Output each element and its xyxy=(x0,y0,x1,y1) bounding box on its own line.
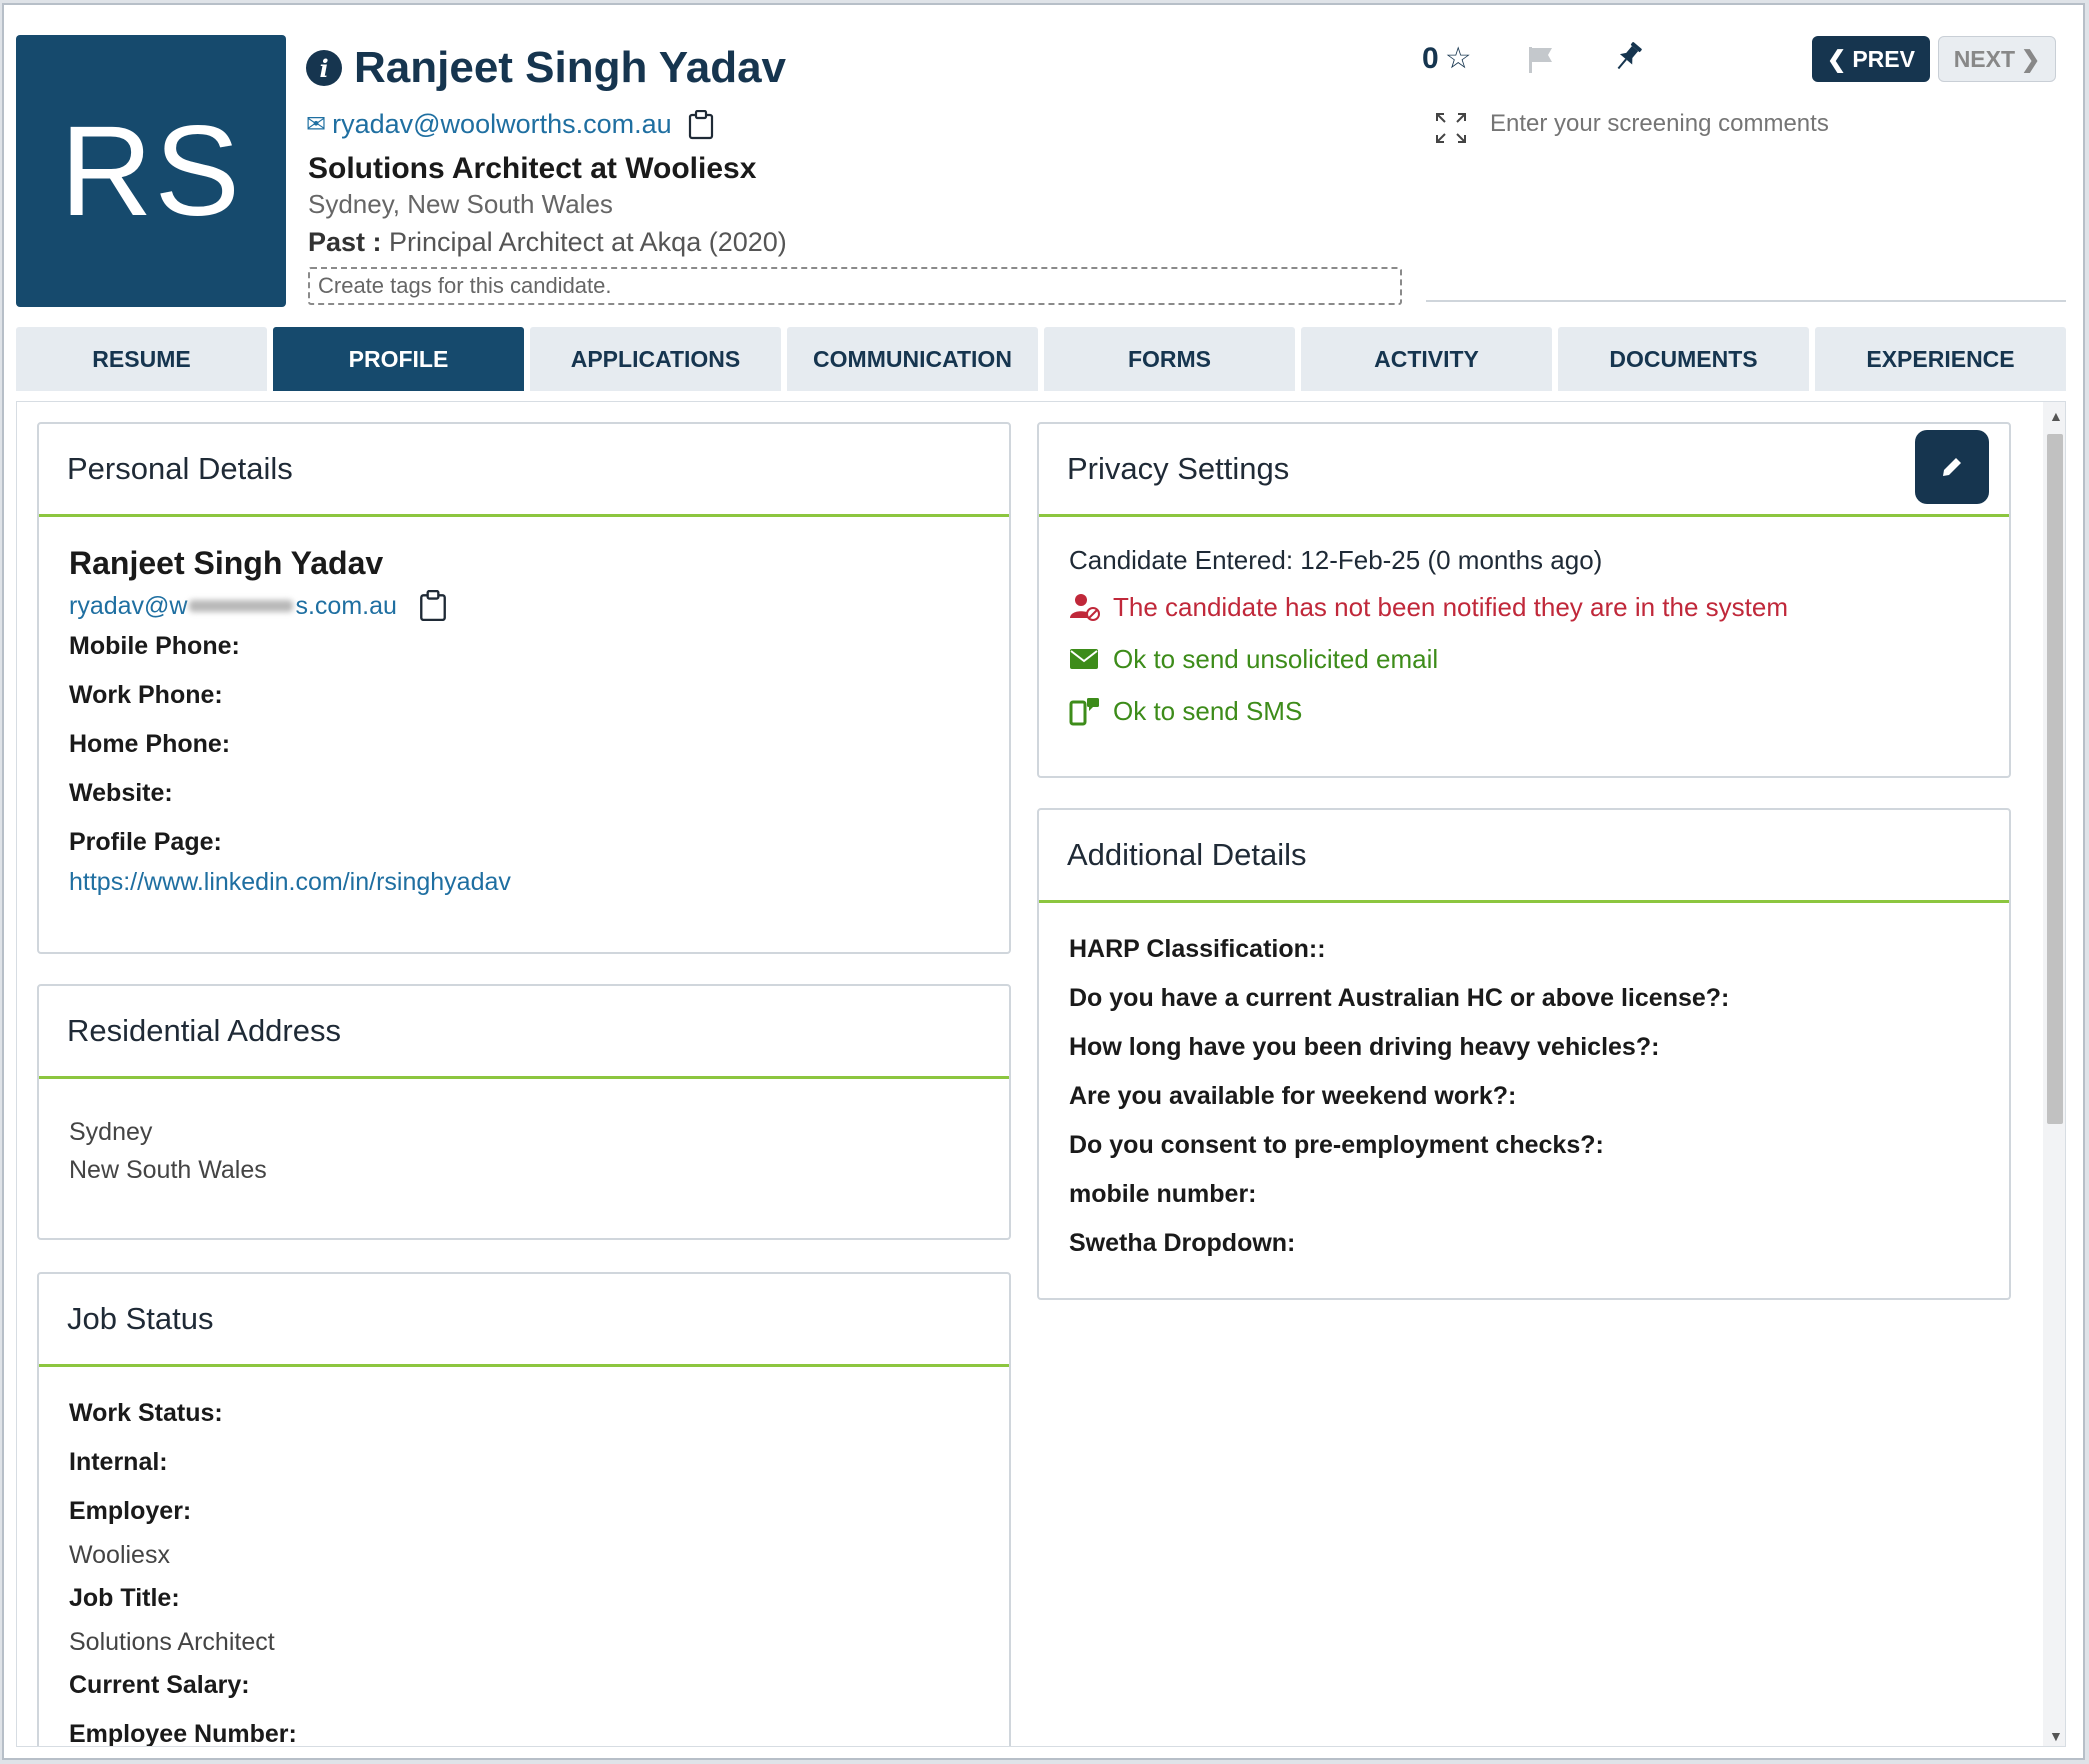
tab-communication[interactable]: COMMUNICATION xyxy=(787,327,1038,391)
work-phone-label: Work Phone: xyxy=(69,681,223,709)
ok-sms-row: Ok to send SMS xyxy=(1069,685,1979,737)
website-label: Website: xyxy=(69,779,173,807)
candidate-window: RS i Ranjeet Singh Yadav ✉ ryadav@woolwo… xyxy=(2,3,2085,1760)
content-scrollbar[interactable]: ▲ ▼ xyxy=(2043,402,2065,1746)
pin-icon[interactable] xyxy=(1610,39,1646,80)
job-status-title: Job Status xyxy=(39,1274,1009,1367)
pencil-icon xyxy=(1943,458,1961,476)
hc-license-label: Do you have a current Australian HC or a… xyxy=(1069,984,1730,1012)
flag-icon[interactable] xyxy=(1526,45,1556,80)
personal-details-card: Personal Details Ranjeet Singh Yadav rya… xyxy=(37,422,1011,954)
tab-bar: RESUME PROFILE APPLICATIONS COMMUNICATIO… xyxy=(16,327,2066,391)
rating-value: 0 xyxy=(1422,41,1439,75)
privacy-settings-card: Privacy Settings Candidate Entered: 12-F… xyxy=(1037,422,2011,778)
tab-documents[interactable]: DOCUMENTS xyxy=(1558,327,1809,391)
past-position: Past : Principal Architect at Akqa (2020… xyxy=(308,227,787,258)
tab-applications[interactable]: APPLICATIONS xyxy=(530,327,781,391)
prev-label: PREV xyxy=(1852,45,1915,72)
address-city: Sydney xyxy=(69,1118,153,1146)
tab-forms[interactable]: FORMS xyxy=(1044,327,1295,391)
swetha-dropdown-label: Swetha Dropdown: xyxy=(1069,1229,1296,1257)
personal-email-end[interactable]: s.com.au xyxy=(295,592,396,621)
prev-button[interactable]: ❮ PREV xyxy=(1812,36,1930,82)
tab-resume[interactable]: RESUME xyxy=(16,327,267,391)
privacy-settings-title: Privacy Settings xyxy=(1067,451,1290,486)
additional-details-card: Additional Details HARP Classification::… xyxy=(1037,808,2011,1300)
additional-details-title: Additional Details xyxy=(1039,810,2009,903)
scroll-thumb[interactable] xyxy=(2047,434,2063,1124)
tab-profile[interactable]: PROFILE xyxy=(273,327,524,391)
internal-label: Internal: xyxy=(69,1448,168,1476)
employer-label: Employer: xyxy=(69,1497,192,1525)
privacy-settings-header: Privacy Settings xyxy=(1039,424,2009,517)
scroll-up-icon[interactable]: ▲ xyxy=(2049,408,2063,424)
star-icon[interactable]: ☆ xyxy=(1445,41,1472,76)
profile-content: Personal Details Ranjeet Singh Yadav rya… xyxy=(16,401,2066,1747)
personal-email-start[interactable]: ryadav@w xyxy=(69,592,187,621)
candidate-headline: Solutions Architect at Wooliesx xyxy=(308,152,757,185)
chevron-left-icon: ❮ xyxy=(1827,45,1847,72)
pre-employment-checks-label: Do you consent to pre-employment checks?… xyxy=(1069,1131,1604,1159)
personal-email-row: ryadav@w s.com.au xyxy=(69,590,979,622)
envelope-icon: ✉ xyxy=(306,111,327,138)
user-warning-icon xyxy=(1069,592,1101,622)
candidate-name: Ranjeet Singh Yadav xyxy=(354,43,787,92)
employer-value: Wooliesx xyxy=(69,1541,170,1569)
scroll-down-icon[interactable]: ▼ xyxy=(2049,1728,2063,1744)
candidate-entered: Candidate Entered: 12-Feb-25 (0 months a… xyxy=(1069,545,1603,575)
candidate-email-link[interactable]: ryadav@woolworths.com.au xyxy=(332,109,672,140)
residential-address-title: Residential Address xyxy=(39,986,1009,1079)
profile-page-label: Profile Page: xyxy=(69,828,222,856)
tags-input[interactable]: Create tags for this candidate. xyxy=(308,267,1402,305)
residential-address-card: Residential Address Sydney New South Wal… xyxy=(37,984,1011,1240)
expand-icon[interactable] xyxy=(1434,111,1468,150)
redacted-email-mark xyxy=(189,600,294,612)
profile-page-link[interactable]: https://www.linkedin.com/in/rsinghyadav xyxy=(69,867,979,897)
past-label: Past : xyxy=(308,227,382,257)
employee-number-label: Employee Number: xyxy=(69,1720,297,1747)
current-salary-label: Current Salary: xyxy=(69,1671,250,1699)
weekend-work-label: Are you available for weekend work?: xyxy=(1069,1082,1517,1110)
personal-name: Ranjeet Singh Yadav xyxy=(69,545,384,581)
not-notified-row: The candidate has not been notified they… xyxy=(1069,581,1979,633)
candidate-name-row: i Ranjeet Singh Yadav xyxy=(306,43,786,93)
ok-email-text: Ok to send unsolicited email xyxy=(1113,644,1439,674)
candidate-email-row: ✉ ryadav@woolworths.com.au xyxy=(306,109,714,140)
mobile-number-label: mobile number: xyxy=(1069,1180,1257,1208)
past-value: Principal Architect at Akqa (2020) xyxy=(389,227,787,257)
work-status-label: Work Status: xyxy=(69,1399,223,1427)
next-label: NEXT xyxy=(1953,45,2016,72)
job-title-label: Job Title: xyxy=(69,1584,180,1612)
job-status-card: Job Status Work Status: Internal: Employ… xyxy=(37,1272,1011,1747)
clipboard-icon[interactable] xyxy=(419,590,447,622)
not-notified-text: The candidate has not been notified they… xyxy=(1113,592,1788,622)
sms-phone-icon xyxy=(1069,696,1101,726)
tab-activity[interactable]: ACTIVITY xyxy=(1301,327,1552,391)
mobile-phone-label: Mobile Phone: xyxy=(69,632,240,660)
screening-comments-input[interactable] xyxy=(1488,103,2052,145)
harp-classification-label: HARP Classification:: xyxy=(1069,935,1326,963)
screening-divider xyxy=(1426,300,2066,302)
heavy-vehicles-label: How long have you been driving heavy veh… xyxy=(1069,1033,1660,1061)
job-title-value: Solutions Architect xyxy=(69,1628,275,1656)
chevron-right-icon: ❯ xyxy=(2021,45,2041,72)
candidate-location: Sydney, New South Wales xyxy=(308,189,613,219)
info-icon[interactable]: i xyxy=(306,50,342,86)
rating[interactable]: 0 ☆ xyxy=(1422,41,1472,76)
clipboard-icon[interactable] xyxy=(688,109,714,140)
ok-sms-text: Ok to send SMS xyxy=(1113,696,1303,726)
envelope-icon xyxy=(1069,647,1101,671)
personal-details-title: Personal Details xyxy=(39,424,1009,517)
home-phone-label: Home Phone: xyxy=(69,730,231,758)
ok-email-row: Ok to send unsolicited email xyxy=(1069,633,1979,685)
avatar: RS xyxy=(16,35,286,307)
next-button[interactable]: NEXT ❯ xyxy=(1938,36,2056,82)
edit-privacy-button[interactable] xyxy=(1915,430,1989,504)
address-state: New South Wales xyxy=(69,1156,267,1184)
tab-experience[interactable]: EXPERIENCE xyxy=(1815,327,2066,391)
